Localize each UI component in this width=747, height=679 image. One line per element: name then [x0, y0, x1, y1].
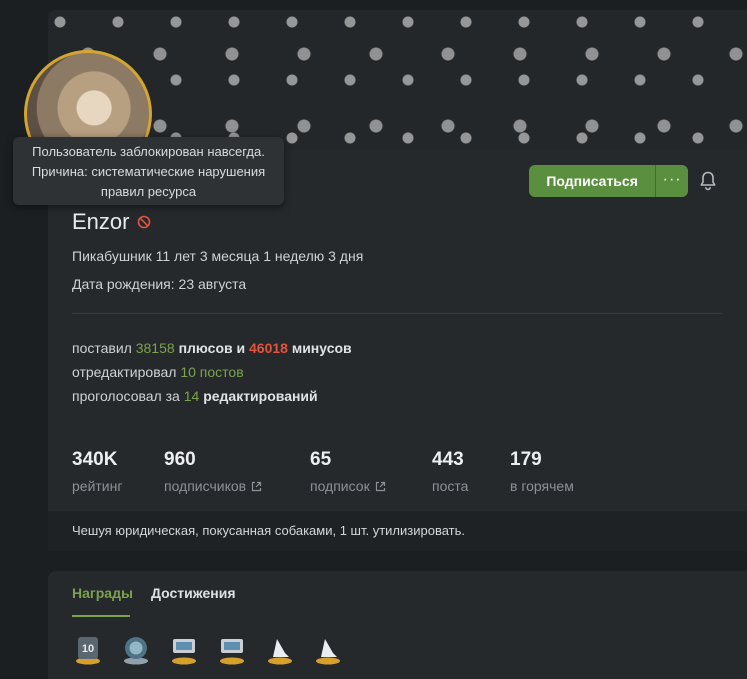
- award-laptop-icon[interactable]: [169, 633, 199, 665]
- tenure-text: Пикабушник 11 лет 3 месяца 1 неделю 3 дн…: [72, 248, 364, 264]
- counter-label: рейтинг: [72, 478, 123, 494]
- counter-value: 443: [432, 449, 464, 470]
- voted-prefix: проголосовал за: [72, 388, 180, 404]
- award-ship-icon[interactable]: [313, 633, 343, 665]
- award-laptop-icon[interactable]: [217, 633, 247, 665]
- birthday-text: Дата рождения: 23 августа: [72, 276, 247, 292]
- counter-posts: 443 поста: [432, 449, 468, 494]
- tab-awards[interactable]: Награды: [72, 585, 133, 601]
- tooltip-line-3: правил ресурса: [100, 184, 197, 199]
- minus-count: 46018: [249, 340, 288, 356]
- voted-word: редактирований: [203, 388, 318, 404]
- counter-value: 65: [310, 449, 332, 470]
- tab-achievements[interactable]: Достижения: [151, 585, 236, 601]
- counter-label: в горячем: [510, 478, 574, 494]
- tooltip-line-2: Причина: систематические нарушения: [31, 164, 266, 179]
- award-medal-icon[interactable]: [121, 633, 151, 665]
- minus-word: минусов: [291, 340, 352, 356]
- divider: [72, 313, 722, 314]
- username: Enzor: [72, 209, 130, 234]
- svg-text:10: 10: [82, 643, 94, 655]
- ban-tooltip: Пользователь заблокирован навсегда. Прич…: [13, 137, 284, 205]
- edited-value: 10 постов: [180, 364, 244, 380]
- edited-prefix: отредактировал: [72, 364, 177, 380]
- subscribe-button-group: Подписаться ···: [529, 165, 688, 197]
- tooltip-line-1: Пользователь заблокирован навсегда.: [32, 144, 265, 159]
- votes-line: поставил 38158 плюсов и 46018 минусов: [72, 340, 352, 356]
- active-tab-indicator: [72, 615, 130, 617]
- ban-icon: [138, 215, 151, 229]
- profile-bio: Чешуя юридическая, покусанная собаками, …: [48, 511, 747, 551]
- voted-line: проголосовал за 14 редактирований: [72, 388, 318, 404]
- counter-label: подписок: [310, 478, 370, 494]
- award-ship-icon[interactable]: [265, 633, 295, 665]
- award-10-years-icon[interactable]: 10: [73, 633, 103, 665]
- counter-label: подписчиков: [164, 478, 247, 494]
- counter-subscribers[interactable]: 960 подписчиков: [164, 449, 262, 494]
- external-link-icon[interactable]: [375, 481, 386, 492]
- counter-label: поста: [432, 478, 469, 494]
- edited-line: отредактировал 10 постов: [72, 364, 244, 380]
- counter-value: 960: [164, 449, 196, 470]
- bell-icon[interactable]: [699, 171, 717, 191]
- counter-value: 340K: [72, 449, 118, 470]
- counter-rating: 340K рейтинг: [72, 449, 122, 494]
- plus-word: плюсов и: [178, 340, 246, 356]
- counter-subscriptions[interactable]: 65 подписок: [310, 449, 386, 494]
- counter-hot: 179 в горячем: [510, 449, 574, 494]
- external-link-icon[interactable]: [251, 481, 262, 492]
- votes-prefix: поставил: [72, 340, 132, 356]
- more-options-button[interactable]: ···: [655, 165, 688, 197]
- subscribe-button[interactable]: Подписаться: [529, 165, 655, 197]
- counter-value: 179: [510, 449, 542, 470]
- voted-count: 14: [183, 388, 200, 404]
- banner-overlay: [48, 10, 747, 150]
- username-row: Enzor: [72, 209, 151, 235]
- plus-count: 38158: [135, 340, 175, 356]
